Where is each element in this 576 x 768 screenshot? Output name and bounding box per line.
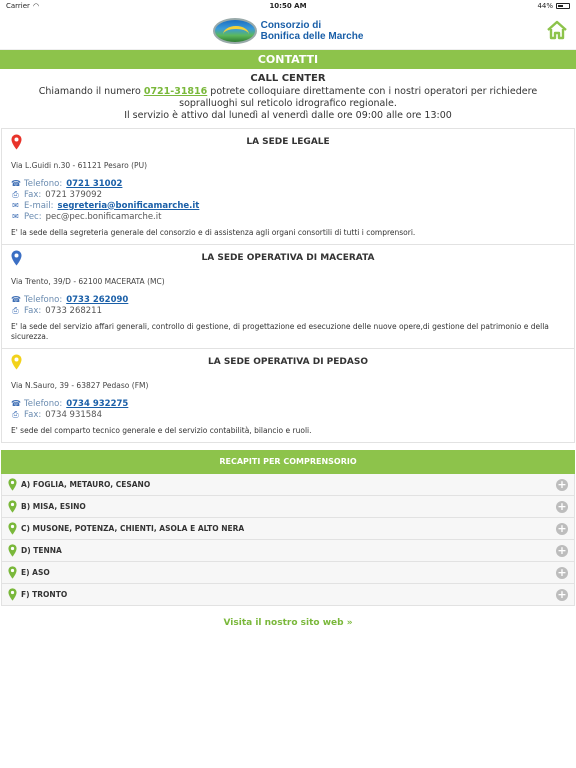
page-title: CONTATTI <box>0 50 576 69</box>
logo-emblem-icon <box>212 17 257 44</box>
fax-icon: ⎙ <box>12 409 19 419</box>
sede-fax-value: 0721 379092 <box>45 189 103 200</box>
expand-plus-icon[interactable]: + <box>556 544 568 557</box>
phone-icon: ☎ <box>11 399 21 408</box>
pec-icon: ✉ <box>12 212 19 221</box>
home-icon[interactable] <box>546 20 568 40</box>
logo-line2: Bonifica delle Marche <box>260 30 364 42</box>
call-center-text-after: potrete colloquiare direttamente con i n… <box>179 86 538 109</box>
call-center-title: CALL CENTER <box>250 73 326 84</box>
fax-icon: ⎙ <box>12 305 19 315</box>
expand-plus-icon[interactable]: + <box>556 522 568 535</box>
green-pin-icon <box>8 522 17 535</box>
sede-fax-label: Fax: <box>24 409 42 420</box>
sede-address: Via N.Sauro, 39 - 63827 Pedaso (FM) <box>11 381 149 390</box>
sede-email-link[interactable]: segreteria@bonificamarche.it <box>58 201 200 211</box>
sede-fax-label: Fax: <box>24 189 42 200</box>
fax-icon: ⎙ <box>12 189 19 199</box>
sede-pec-label: Pec: <box>24 211 42 222</box>
sede-email-label: E-mail: <box>24 200 54 211</box>
phone-icon: ☎ <box>11 295 21 304</box>
sede-telefono-row: ☎ Telefono: 0734 932275 <box>11 398 565 409</box>
sede-telefono-label: Telefono: <box>24 294 63 305</box>
accordion-item[interactable]: C) MUSONE, POTENZA, CHIENTI, ASOLA E ALT… <box>1 518 575 540</box>
sede-telefono-label: Telefono: <box>24 398 63 409</box>
map-pin-icon <box>11 134 22 150</box>
sede-address: Via Trento, 39/D - 62100 MACERATA (MC) <box>11 277 165 286</box>
recapiti-title: RECAPITI PER COMPRENSORIO <box>1 450 575 474</box>
map-pin-icon <box>11 354 22 370</box>
sede-description: E' la sede del servizio affari generali,… <box>11 322 549 341</box>
call-center-hours: Il servizio è attivo dal lunedì al vener… <box>124 110 452 121</box>
logo-line1: Consorzio di <box>260 19 322 31</box>
sede-telefono-row: ☎ Telefono: 0721 31002 <box>11 178 565 189</box>
accordion-item[interactable]: D) TENNA + <box>1 540 575 562</box>
sede-card: LA SEDE OPERATIVA DI MACERATA Via Trento,… <box>1 245 575 349</box>
sede-telefono-link[interactable]: 0721 31002 <box>66 179 122 189</box>
green-pin-icon <box>8 500 17 513</box>
green-pin-icon <box>8 478 17 491</box>
logo-text: Consorzio di Bonifica delle Marche <box>261 20 364 42</box>
call-center-text-before: Chiamando il numero <box>38 86 144 97</box>
sede-fax-row: ⎙ Fax: 0733 268211 <box>11 305 565 316</box>
sedi-list: LA SEDE LEGALE Via L.Guidi n.30 - 61121 P… <box>0 128 576 443</box>
status-bar: Carrier ◠ 10:50 AM 44% <box>0 0 576 12</box>
accordion-item[interactable]: B) MISA, ESINO + <box>1 496 575 518</box>
phone-icon: ☎ <box>11 179 21 188</box>
sede-card: LA SEDE OPERATIVA DI PEDASO Via N.Sauro, … <box>1 349 575 443</box>
visit-website-link[interactable]: Visita il nostro sito web » <box>0 618 576 628</box>
sede-pec-row: ✉ Pec: pec@pec.bonificamarche.it <box>11 211 565 222</box>
status-time: 10:50 AM <box>269 2 307 10</box>
call-center-text: Chiamando il numero 0721-31816 potrete c… <box>0 84 576 122</box>
sede-pec-value: pec@pec.bonificamarche.it <box>45 211 162 222</box>
green-pin-icon <box>8 566 17 579</box>
sede-telefono-row: ☎ Telefono: 0733 262090 <box>11 294 565 305</box>
accordion-item[interactable]: F) TRONTO + <box>1 584 575 606</box>
call-center-section: CALL CENTER Chiamando il numero 0721-318… <box>0 73 576 122</box>
sede-description: E' sede del comparto tecnico generale e … <box>11 426 312 435</box>
sede-email-row: ✉ E-mail: segreteria@bonificamarche.it <box>11 200 565 211</box>
sede-card: LA SEDE LEGALE Via L.Guidi n.30 - 61121 P… <box>1 128 575 245</box>
expand-plus-icon[interactable]: + <box>556 500 568 513</box>
green-pin-icon <box>8 588 17 601</box>
recapiti-section: RECAPITI PER COMPRENSORIO A) FOGLIA, MET… <box>0 450 576 606</box>
recapiti-list: A) FOGLIA, METAURO, CESANO + B) MISA, ESIN… <box>0 474 576 606</box>
sede-fax-label: Fax: <box>24 305 42 316</box>
sede-header: LA SEDE OPERATIVA DI PEDASO <box>11 353 565 379</box>
sede-telefono-link[interactable]: 0734 932275 <box>66 399 128 409</box>
accordion-label: B) MISA, ESINO <box>21 502 86 511</box>
accordion-label: A) FOGLIA, METAURO, CESANO <box>21 480 151 489</box>
sede-address: Via L.Guidi n.30 - 61121 Pesaro (PU) <box>11 161 147 170</box>
battery-icon <box>556 3 570 9</box>
sede-title: LA SEDE OPERATIVA DI PEDASO <box>207 357 368 367</box>
sede-fax-value: 0734 931584 <box>45 409 103 420</box>
sede-fax-row: ⎙ Fax: 0721 379092 <box>11 189 565 200</box>
accordion-label: E) ASO <box>21 568 50 577</box>
sede-description: E' la sede della segreteria generale del… <box>11 228 416 237</box>
sede-fax-row: ⎙ Fax: 0734 931584 <box>11 409 565 420</box>
accordion-label: C) MUSONE, POTENZA, CHIENTI, ASOLA E ALT… <box>21 524 245 533</box>
accordion-item[interactable]: A) FOGLIA, METAURO, CESANO + <box>1 474 575 496</box>
sede-header: LA SEDE LEGALE <box>11 133 565 159</box>
sede-telefono-label: Telefono: <box>24 178 63 189</box>
accordion-label: F) TRONTO <box>21 590 68 599</box>
email-icon: ✉ <box>12 201 19 210</box>
sede-title: LA SEDE LEGALE <box>246 137 330 147</box>
sede-fax-value: 0733 268211 <box>45 305 103 316</box>
green-pin-icon <box>8 544 17 557</box>
expand-plus-icon[interactable]: + <box>556 588 568 601</box>
expand-plus-icon[interactable]: + <box>556 566 568 579</box>
app-header: Consorzio di Bonifica delle Marche <box>0 12 576 50</box>
sede-telefono-link[interactable]: 0733 262090 <box>66 295 128 305</box>
accordion-item[interactable]: E) ASO + <box>1 562 575 584</box>
expand-plus-icon[interactable]: + <box>556 478 568 491</box>
map-pin-icon <box>11 250 22 266</box>
call-center-number-link[interactable]: 0721-31816 <box>144 86 207 97</box>
sede-header: LA SEDE OPERATIVA DI MACERATA <box>11 249 565 275</box>
sede-title: LA SEDE OPERATIVA DI MACERATA <box>201 253 375 263</box>
accordion-label: D) TENNA <box>21 546 62 555</box>
logo: Consorzio di Bonifica delle Marche <box>212 17 364 44</box>
